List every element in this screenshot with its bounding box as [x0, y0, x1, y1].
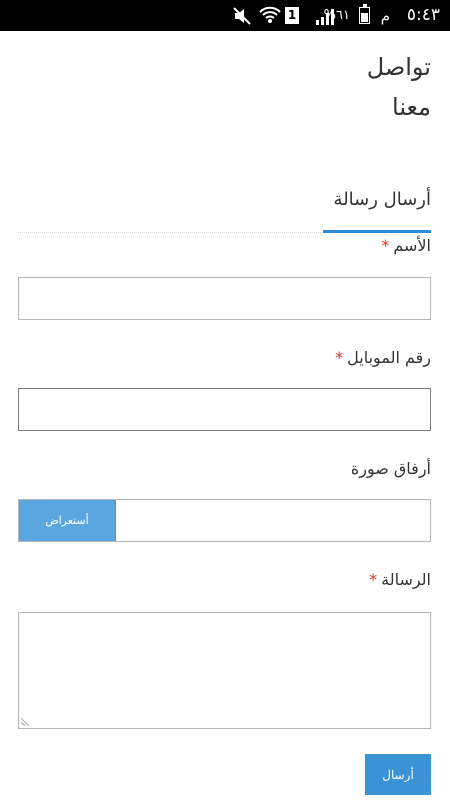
battery-percent: %٦١	[323, 8, 350, 23]
page-title: تواصل معنا	[311, 47, 431, 127]
clock: ٥:٤٣	[406, 5, 440, 25]
name-input[interactable]	[18, 277, 431, 320]
message-label: الرسالة*	[369, 570, 431, 589]
wifi-icon	[259, 6, 281, 23]
message-label-text: الرسالة	[381, 570, 431, 589]
message-textarea[interactable]	[18, 612, 431, 729]
mobile-label-text: رقم الموبايل	[347, 348, 431, 367]
page-title-line1: تواصل	[366, 53, 431, 81]
mobile-input[interactable]	[18, 388, 431, 431]
attach-label: أرفاق صورة	[351, 459, 431, 478]
clock-ampm: م	[380, 7, 390, 25]
tab-send-message[interactable]: أرسال رسالة	[323, 186, 431, 233]
attach-label-text: أرفاق صورة	[350, 459, 431, 478]
mute-icon	[233, 7, 251, 25]
send-button[interactable]: أرسال	[365, 754, 431, 795]
required-mark: *	[335, 348, 344, 367]
resize-grip-icon[interactable]	[21, 718, 29, 726]
page-title-line2: معنا	[392, 93, 431, 121]
status-bar: 1 %٦١ م ٥:٤٣	[0, 0, 450, 31]
sim-slot-icon: 1	[285, 7, 299, 24]
battery-icon	[359, 4, 370, 24]
name-label: الأسم*	[381, 236, 431, 255]
mobile-label: رقم الموبايل*	[335, 348, 431, 367]
name-label-text: الأسم	[393, 236, 431, 255]
browse-button[interactable]: أستعراض	[19, 500, 116, 541]
required-mark: *	[369, 570, 378, 589]
file-input[interactable]: أستعراض	[18, 499, 431, 542]
tab-bar: أرسال رسالة	[18, 186, 431, 235]
required-mark: *	[381, 236, 390, 255]
